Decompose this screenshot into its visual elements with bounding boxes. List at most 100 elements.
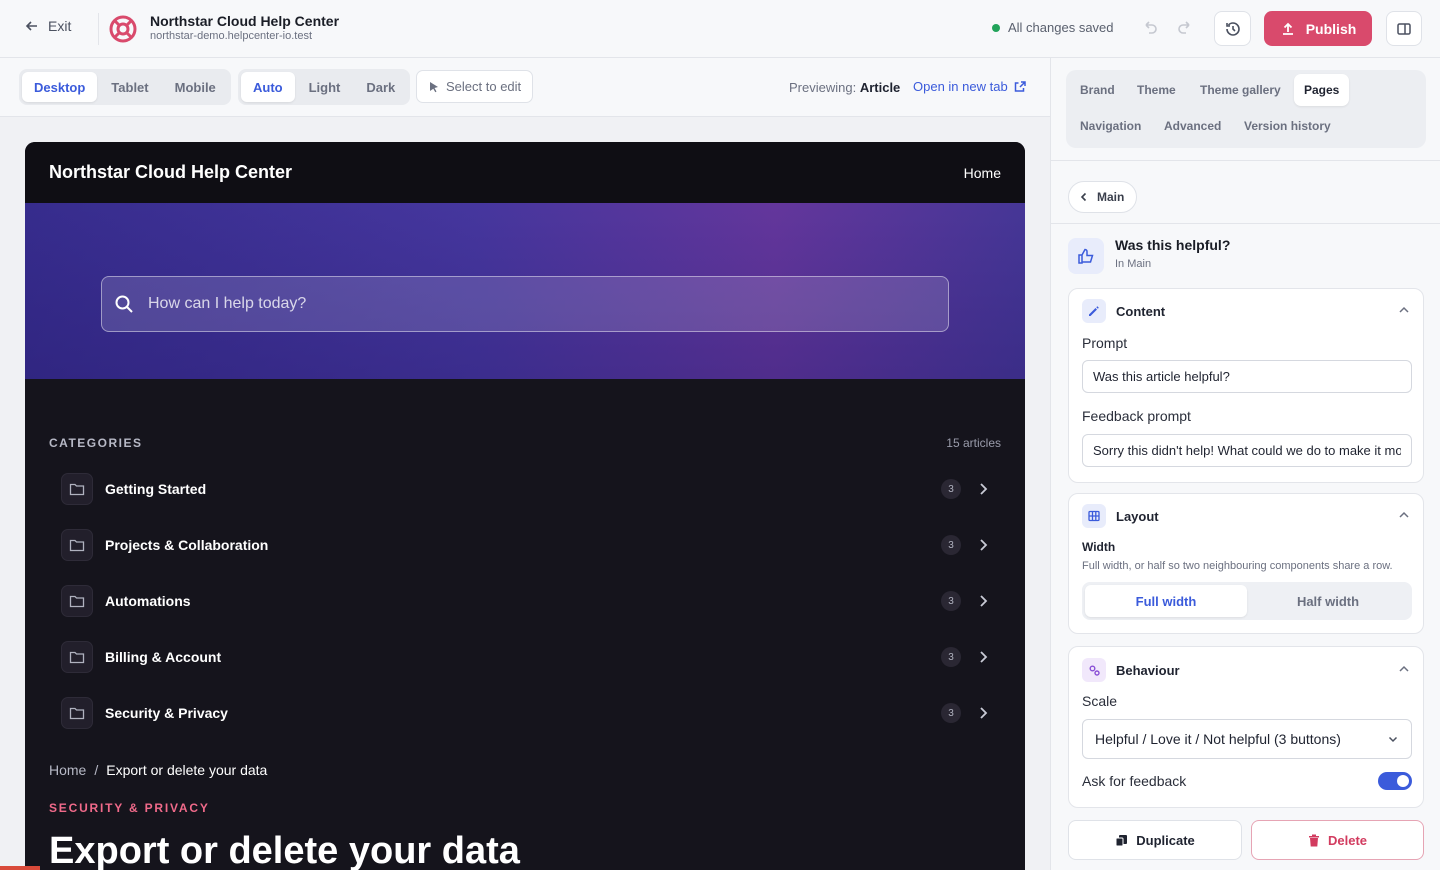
device-tablet[interactable]: Tablet (99, 72, 160, 102)
mode-light[interactable]: Light (297, 72, 353, 102)
content-section-header[interactable]: Content (1082, 299, 1165, 323)
chevron-up-icon[interactable] (1397, 508, 1411, 522)
width-switcher: Full width Half width (1082, 582, 1412, 620)
mode-auto[interactable]: Auto (241, 72, 295, 102)
thumbs-up-icon (1068, 238, 1104, 274)
back-label: Main (1097, 190, 1125, 204)
component-title: Was this helpful? (1115, 237, 1231, 253)
gears-icon (1082, 658, 1106, 682)
category-item[interactable]: Billing & Account 3 (49, 629, 1001, 685)
back-to-main-button[interactable]: Main (1068, 181, 1138, 213)
articles-count: 15 articles (946, 436, 1001, 450)
preview-site-name[interactable]: Northstar Cloud Help Center (49, 162, 292, 183)
exit-button[interactable]: Exit (24, 18, 71, 34)
preview-header: Northstar Cloud Help Center Home (25, 142, 1025, 203)
open-in-new-tab-label: Open in new tab (913, 79, 1008, 94)
divider (1051, 223, 1440, 224)
content-section-title: Content (1116, 303, 1166, 319)
toggle-layout-button[interactable] (1386, 11, 1422, 46)
category-count-badge: 3 (941, 647, 961, 667)
category-name: Billing & Account (105, 649, 222, 665)
folder-icon (61, 641, 93, 673)
layout-section-title: Layout (1116, 508, 1159, 524)
tab-version-history[interactable]: Version history (1234, 110, 1341, 142)
feedback-prompt-input[interactable] (1082, 434, 1412, 467)
tab-theme-gallery[interactable]: Theme gallery (1190, 74, 1291, 106)
chevron-right-icon (980, 539, 988, 551)
chevron-right-icon (980, 595, 988, 607)
folder-icon (61, 529, 93, 561)
status-dot-icon (992, 23, 1000, 32)
device-mobile[interactable]: Mobile (163, 72, 228, 102)
top-bar: Exit Northstar Cloud Help Center northst… (0, 0, 1440, 58)
save-status: All changes saved (992, 20, 1114, 35)
layout-section: Layout Width Full width, or half so two … (1068, 493, 1424, 634)
component-location: In Main (1115, 258, 1152, 270)
article-category[interactable]: SECURITY & PRIVACY (49, 801, 210, 815)
undo-icon[interactable] (1140, 18, 1160, 38)
chevron-up-icon[interactable] (1397, 303, 1411, 317)
redo-icon[interactable] (1175, 18, 1195, 38)
width-help-text: Full width, or half so two neighbouring … (1082, 560, 1393, 572)
pencil-icon (1082, 299, 1106, 323)
category-item[interactable]: Getting Started 3 (49, 461, 1001, 517)
preview-toolbar: Desktop Tablet Mobile Auto Light Dark Se… (0, 58, 1050, 117)
scale-label: Scale (1082, 693, 1118, 709)
category-count-badge: 3 (941, 479, 961, 499)
ask-feedback-toggle[interactable] (1378, 772, 1412, 790)
progress-marker (0, 866, 40, 870)
category-count-badge: 3 (941, 591, 961, 611)
behaviour-section: Behaviour Scale Helpful / Love it / Not … (1068, 646, 1424, 808)
tab-brand[interactable]: Brand (1070, 74, 1125, 106)
color-mode-switcher: Auto Light Dark (238, 69, 411, 105)
device-desktop[interactable]: Desktop (22, 72, 98, 102)
breadcrumb-home[interactable]: Home (49, 762, 86, 778)
chevron-right-icon (980, 483, 988, 495)
folder-icon (61, 697, 93, 729)
exit-label: Exit (48, 18, 72, 34)
width-full-option[interactable]: Full width (1085, 585, 1247, 617)
external-link-icon (1014, 81, 1026, 92)
chevron-down-icon (1388, 736, 1398, 743)
chevron-left-icon (1080, 192, 1087, 202)
folder-icon (61, 473, 93, 505)
width-half-option[interactable]: Half width (1247, 585, 1409, 617)
open-in-new-tab-link[interactable]: Open in new tab (913, 79, 1027, 94)
select-to-edit-button[interactable]: Select to edit (416, 70, 534, 103)
publish-button[interactable]: Publish (1264, 11, 1372, 46)
history-button[interactable] (1214, 11, 1251, 46)
scale-select-value: Helpful / Love it / Not helpful (3 butto… (1095, 731, 1341, 747)
delete-button[interactable]: Delete (1251, 820, 1424, 860)
preview-nav-home[interactable]: Home (964, 165, 1001, 181)
category-item[interactable]: Automations 3 (49, 573, 1001, 629)
duplicate-button[interactable]: Duplicate (1068, 820, 1242, 860)
prompt-input[interactable] (1082, 360, 1412, 393)
tab-advanced[interactable]: Advanced (1154, 110, 1231, 142)
mode-dark[interactable]: Dark (354, 72, 407, 102)
tab-theme[interactable]: Theme (1127, 74, 1186, 106)
tab-navigation[interactable]: Navigation (1070, 110, 1151, 142)
content-section: Content Prompt Feedback prompt (1068, 288, 1424, 483)
previewing-indicator: Previewing: Article (789, 80, 900, 95)
lifebuoy-logo-icon (109, 15, 137, 43)
search-icon (115, 295, 133, 313)
layout-section-header[interactable]: Layout (1082, 504, 1159, 528)
site-domain: northstar-demo.helpcenter-io.test (150, 30, 313, 42)
search-placeholder: How can I help today? (148, 295, 307, 312)
category-item[interactable]: Projects & Collaboration 3 (49, 517, 1001, 573)
scale-select[interactable]: Helpful / Love it / Not helpful (3 butto… (1082, 719, 1412, 759)
history-icon (1225, 21, 1240, 36)
prompt-label: Prompt (1082, 335, 1128, 351)
folder-icon (61, 585, 93, 617)
chevron-right-icon (980, 707, 988, 719)
arrow-left-icon (25, 21, 37, 31)
tab-pages[interactable]: Pages (1294, 74, 1350, 106)
category-count-badge: 3 (941, 535, 961, 555)
device-switcher: Desktop Tablet Mobile (19, 69, 231, 105)
help-center-preview: Northstar Cloud Help Center Home How can… (25, 142, 1025, 870)
category-item[interactable]: Security & Privacy 3 (49, 685, 1001, 741)
article-title: Export or delete your data (49, 830, 520, 870)
behaviour-section-header[interactable]: Behaviour (1082, 658, 1180, 682)
preview-search-input[interactable]: How can I help today? (101, 276, 949, 332)
chevron-up-icon[interactable] (1397, 662, 1411, 676)
